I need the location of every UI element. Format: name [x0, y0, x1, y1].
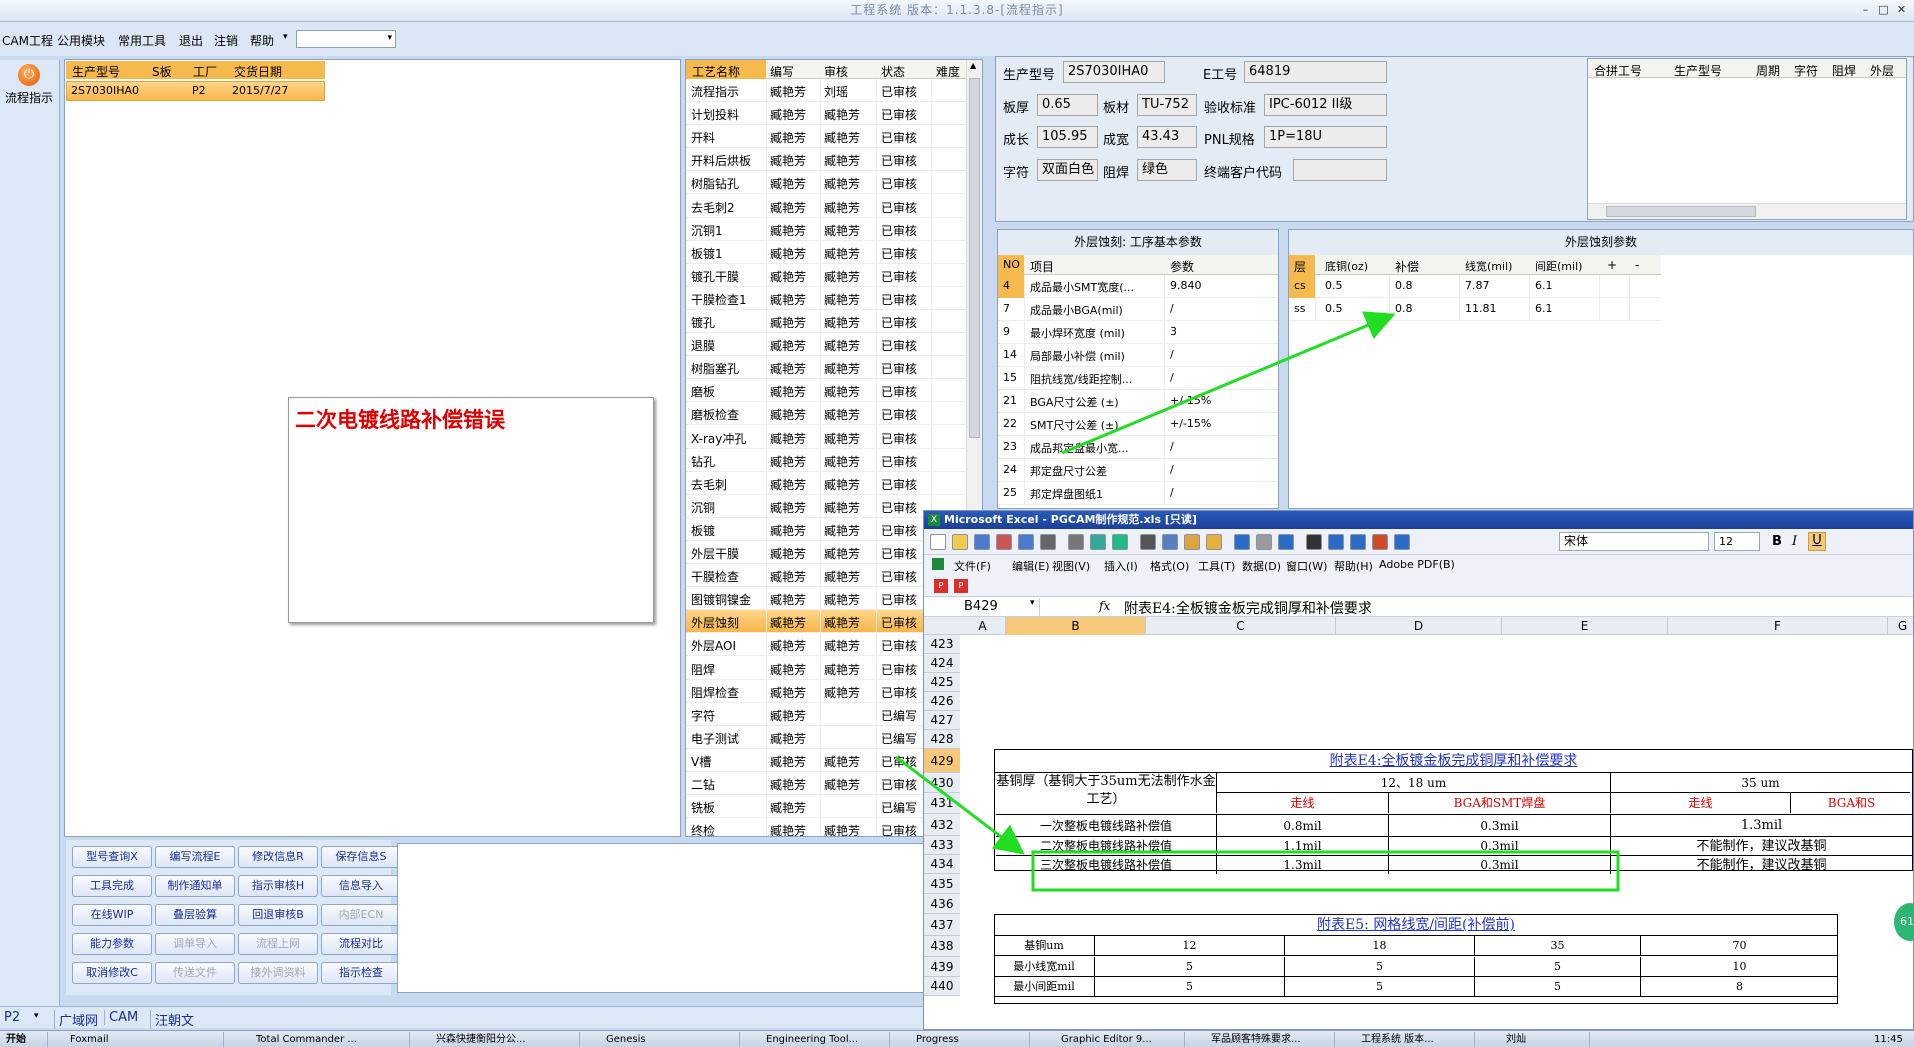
- factory-select[interactable]: P2: [4, 1010, 20, 1025]
- taskbar-item[interactable]: Engineering Tool...: [760, 1032, 890, 1047]
- taskbar-item[interactable]: 工程系统 版本...: [1355, 1032, 1475, 1047]
- taskbar-item[interactable]: 刘灿: [1500, 1032, 1590, 1047]
- taskbar-item[interactable]: Graphic Editor 9...: [1055, 1032, 1185, 1047]
- status-network: 广域网: [54, 1010, 98, 1029]
- taskbar-item[interactable]: Foxmail: [64, 1032, 224, 1047]
- factory-dropdown-icon[interactable]: ▾: [34, 1011, 39, 1021]
- start-button[interactable]: 开始: [0, 1032, 48, 1047]
- annotation-overlay: [895, 311, 1620, 892]
- taskbar-item[interactable]: Progress: [910, 1032, 1030, 1047]
- taskbar-item[interactable]: 军品顾客特殊要求...: [1205, 1032, 1335, 1047]
- taskbar-item[interactable]: Genesis: [600, 1032, 740, 1047]
- clock: 11:45: [1874, 1034, 1903, 1045]
- arrow-to-comp: [1061, 311, 1396, 455]
- highlight-box: [1031, 850, 1620, 892]
- status-module: CAM: [104, 1010, 138, 1025]
- taskbar: 开始 Foxmail Total Commander ... 兴森快捷衡阳分公...…: [0, 1030, 1914, 1047]
- status-bar: P2 ▾ 广域网 CAM 汪朝文: [0, 1006, 923, 1029]
- arrow-to-row: [895, 755, 1025, 855]
- taskbar-item[interactable]: 兴森快捷衡阳分公...: [430, 1032, 580, 1047]
- status-user: 汪朝文: [150, 1010, 194, 1029]
- taskbar-item[interactable]: Total Commander ...: [250, 1032, 410, 1047]
